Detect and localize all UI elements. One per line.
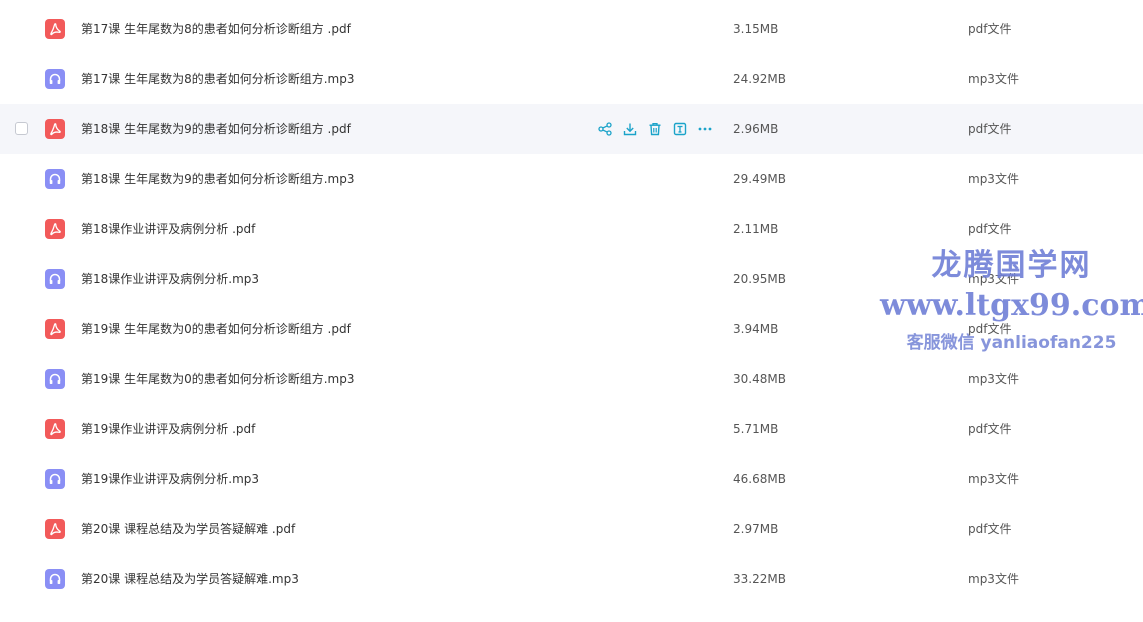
file-row[interactable]: 第18课作业讲评及病例分析.mp3 20.95MB mp3文件 <box>0 254 1143 304</box>
file-type: pdf文件 <box>968 422 1012 436</box>
pdf-file-icon <box>45 319 65 339</box>
file-type: mp3文件 <box>968 572 1019 586</box>
file-type: mp3文件 <box>968 372 1019 386</box>
pdf-file-icon <box>45 19 65 39</box>
file-name[interactable]: 第20课 课程总结及为学员答疑解难.mp3 <box>81 571 299 587</box>
file-size: 20.95MB <box>733 272 786 286</box>
file-row[interactable]: 第19课 生年尾数为0的患者如何分析诊断组方 .pdf 3.94MB pdf文件 <box>0 304 1143 354</box>
file-size: 29.49MB <box>733 172 786 186</box>
audio-file-icon <box>45 469 65 489</box>
pdf-file-icon <box>45 119 65 139</box>
file-row[interactable]: 第18课作业讲评及病例分析 .pdf 2.11MB pdf文件 <box>0 204 1143 254</box>
file-row[interactable]: 第17课 生年尾数为8的患者如何分析诊断组方.mp3 24.92MB mp3文件 <box>0 54 1143 104</box>
file-name[interactable]: 第18课 生年尾数为9的患者如何分析诊断组方.mp3 <box>81 171 354 187</box>
rename-icon[interactable] <box>671 120 689 138</box>
file-size: 46.68MB <box>733 472 786 486</box>
file-size: 24.92MB <box>733 72 786 86</box>
download-icon[interactable] <box>621 120 639 138</box>
more-icon[interactable] <box>696 120 714 138</box>
file-size: 2.97MB <box>733 522 779 536</box>
row-actions <box>596 120 714 138</box>
file-name[interactable]: 第17课 生年尾数为8的患者如何分析诊断组方.mp3 <box>81 71 354 87</box>
audio-file-icon <box>45 69 65 89</box>
file-name[interactable]: 第18课作业讲评及病例分析.mp3 <box>81 271 259 287</box>
file-name[interactable]: 第17课 生年尾数为8的患者如何分析诊断组方 .pdf <box>81 21 351 37</box>
file-type: pdf文件 <box>968 222 1012 236</box>
file-name[interactable]: 第20课 课程总结及为学员答疑解难 .pdf <box>81 521 295 537</box>
file-row[interactable]: 第17课 生年尾数为8的患者如何分析诊断组方 .pdf 3.15MB pdf文件 <box>0 4 1143 54</box>
audio-file-icon <box>45 569 65 589</box>
audio-file-icon <box>45 369 65 389</box>
file-type: pdf文件 <box>968 22 1012 36</box>
file-size: 3.94MB <box>733 322 779 336</box>
file-row[interactable]: 第19课作业讲评及病例分析.mp3 46.68MB mp3文件 <box>0 454 1143 504</box>
file-name[interactable]: 第18课 生年尾数为9的患者如何分析诊断组方 .pdf <box>81 121 351 137</box>
file-list: 第17课 生年尾数为8的患者如何分析诊断组方 .pdf 3.15MB pdf文件 第1… <box>0 4 1143 604</box>
file-type: mp3文件 <box>968 72 1019 86</box>
delete-icon[interactable] <box>646 120 664 138</box>
file-row[interactable]: 第19课 生年尾数为0的患者如何分析诊断组方.mp3 30.48MB mp3文件 <box>0 354 1143 404</box>
file-name[interactable]: 第19课作业讲评及病例分析.mp3 <box>81 471 259 487</box>
row-checkbox[interactable] <box>15 122 28 135</box>
audio-file-icon <box>45 269 65 289</box>
file-size: 30.48MB <box>733 372 786 386</box>
audio-file-icon <box>45 169 65 189</box>
pdf-file-icon <box>45 419 65 439</box>
file-type: pdf文件 <box>968 322 1012 336</box>
file-type: mp3文件 <box>968 472 1019 486</box>
file-size: 2.11MB <box>733 222 779 236</box>
file-size: 33.22MB <box>733 572 786 586</box>
file-type: pdf文件 <box>968 122 1012 136</box>
file-name[interactable]: 第18课作业讲评及病例分析 .pdf <box>81 221 255 237</box>
pdf-file-icon <box>45 519 65 539</box>
file-row[interactable]: 第19课作业讲评及病例分析 .pdf 5.71MB pdf文件 <box>0 404 1143 454</box>
file-name[interactable]: 第19课 生年尾数为0的患者如何分析诊断组方 .pdf <box>81 321 351 337</box>
share-icon[interactable] <box>596 120 614 138</box>
pdf-file-icon <box>45 219 65 239</box>
file-row[interactable]: 第20课 课程总结及为学员答疑解难.mp3 33.22MB mp3文件 <box>0 554 1143 604</box>
file-name[interactable]: 第19课作业讲评及病例分析 .pdf <box>81 421 255 437</box>
file-row[interactable]: 第20课 课程总结及为学员答疑解难 .pdf 2.97MB pdf文件 <box>0 504 1143 554</box>
file-name[interactable]: 第19课 生年尾数为0的患者如何分析诊断组方.mp3 <box>81 371 354 387</box>
file-size: 5.71MB <box>733 422 779 436</box>
file-row[interactable]: 第18课 生年尾数为9的患者如何分析诊断组方 .pdf 2.96MB pdf文件 <box>0 104 1143 154</box>
file-size: 2.96MB <box>733 122 779 136</box>
file-type: mp3文件 <box>968 172 1019 186</box>
file-type: pdf文件 <box>968 522 1012 536</box>
file-size: 3.15MB <box>733 22 779 36</box>
file-row[interactable]: 第18课 生年尾数为9的患者如何分析诊断组方.mp3 29.49MB mp3文件 <box>0 154 1143 204</box>
file-type: mp3文件 <box>968 272 1019 286</box>
